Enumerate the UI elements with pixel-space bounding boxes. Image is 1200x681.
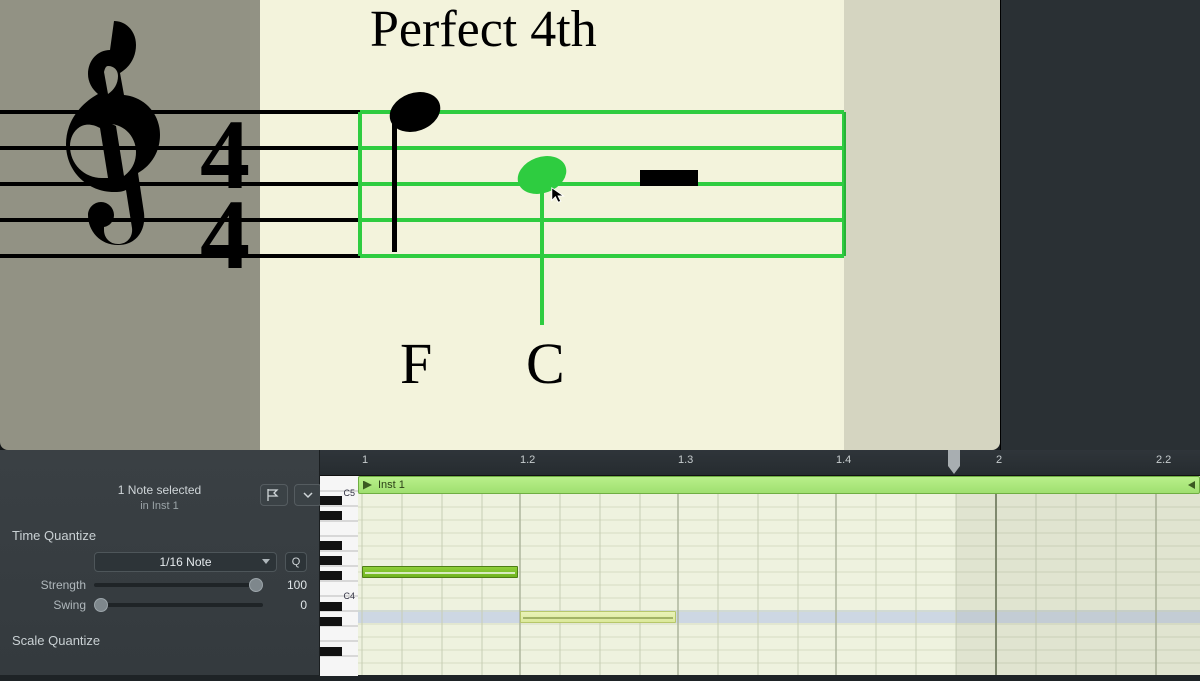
time-quantize-header: Time Quantize bbox=[0, 514, 319, 549]
half-rest bbox=[640, 170, 698, 186]
note-f[interactable] bbox=[384, 85, 446, 252]
ruler-tick: 2.2 bbox=[1156, 454, 1171, 466]
score-svg[interactable]: 4 4 bbox=[0, 0, 1000, 450]
strength-knob[interactable] bbox=[249, 578, 263, 592]
strength-value: 100 bbox=[271, 578, 307, 592]
ruler-tick: 2 bbox=[996, 454, 1002, 466]
note-label-1: F bbox=[400, 330, 432, 397]
key-label: C4 bbox=[343, 591, 355, 601]
piano-keys-svg bbox=[320, 476, 358, 676]
catch-button[interactable] bbox=[260, 484, 288, 506]
quantize-value-label: 1/16 Note bbox=[159, 555, 211, 569]
swing-slider[interactable] bbox=[94, 603, 263, 607]
strength-slider[interactable] bbox=[94, 583, 263, 587]
timeline-ruler[interactable]: 1 1.2 1.3 1.4 2 2.2 bbox=[320, 450, 1200, 476]
midi-note-c-selected[interactable] bbox=[520, 611, 676, 623]
strength-label: Strength bbox=[12, 578, 86, 592]
chevron-down-icon bbox=[303, 490, 313, 500]
swing-value: 0 bbox=[271, 598, 307, 612]
treble-clef-icon bbox=[66, 21, 160, 245]
note-grid[interactable] bbox=[358, 494, 1200, 675]
timesig-bottom: 4 bbox=[200, 179, 250, 290]
piano-keys[interactable]: C5 C4 bbox=[320, 476, 358, 675]
ruler-tick: 1.4 bbox=[836, 454, 851, 466]
piano-roll[interactable]: 1 1.2 1.3 1.4 2 2.2 Inst 1 bbox=[320, 450, 1200, 675]
interval-title: Perfect 4th bbox=[370, 0, 597, 59]
midi-note-f[interactable] bbox=[362, 566, 518, 578]
quantize-apply-button[interactable]: Q bbox=[285, 552, 307, 572]
ruler-tick: 1 bbox=[362, 454, 368, 466]
swing-label: Swing bbox=[12, 598, 86, 612]
right-panel: art bbox=[1000, 0, 1200, 478]
inspector-panel: 1 Note selected in Inst 1 Time Quantize … bbox=[0, 450, 320, 675]
ruler-tick: 1.3 bbox=[678, 454, 693, 466]
chevron-down-icon bbox=[262, 559, 270, 564]
dropdown-button[interactable] bbox=[294, 484, 322, 506]
score-editor-overlay: 4 4 Perfect 4th F C bbox=[0, 0, 1000, 450]
region-name: Inst 1 bbox=[378, 479, 405, 491]
region-end-handle[interactable] bbox=[1185, 477, 1197, 493]
cursor-arrow-icon bbox=[550, 186, 568, 204]
staff-black bbox=[0, 112, 360, 256]
cycle-end-marker[interactable] bbox=[948, 450, 962, 476]
key-label: C5 bbox=[343, 488, 355, 498]
note-c-selected[interactable] bbox=[512, 150, 571, 325]
quantize-value-select[interactable]: 1/16 Note bbox=[94, 552, 277, 572]
play-icon bbox=[363, 481, 372, 490]
grid-lines bbox=[358, 494, 1200, 675]
flag-icon bbox=[267, 489, 281, 501]
region-header[interactable]: Inst 1 bbox=[358, 476, 1200, 494]
piano-roll-editor: 1 Note selected in Inst 1 Time Quantize … bbox=[0, 450, 1200, 675]
swing-knob[interactable] bbox=[94, 598, 108, 612]
note-label-2: C bbox=[526, 330, 565, 397]
staff-green bbox=[360, 112, 844, 256]
ruler-tick: 1.2 bbox=[520, 454, 535, 466]
scale-quantize-header: Scale Quantize bbox=[0, 615, 319, 654]
